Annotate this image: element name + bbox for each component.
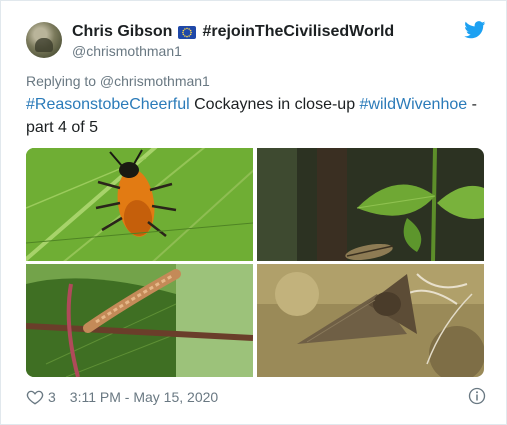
photo-brown-moth[interactable]: [257, 264, 484, 377]
photo-moth-leaves[interactable]: [257, 148, 484, 261]
hashtag-link[interactable]: #wildWivenhoe: [360, 96, 468, 113]
heart-icon[interactable]: [26, 388, 44, 406]
avatar[interactable]: [26, 22, 62, 58]
author-hashtag[interactable]: #rejoinTheCivilisedWorld: [202, 23, 394, 41]
tweet-body-text: Cockaynes in close-up: [189, 96, 360, 113]
photo-caterpillar[interactable]: [26, 264, 253, 377]
eu-flag-icon: [178, 25, 197, 39]
info-icon[interactable]: [468, 387, 486, 405]
hashtag-link[interactable]: #ReasonstobeCheerful: [26, 96, 190, 113]
author-handle[interactable]: @chrismothman1: [72, 43, 182, 59]
tweet-footer: 3 3:11 PM - May 15, 2020: [26, 387, 486, 407]
twitter-bird-icon[interactable]: [464, 21, 486, 39]
replying-to[interactable]: Replying to @chrismothman1: [26, 73, 210, 89]
tweet-card: Chris Gibson #rejoinTheCivilisedWorld @c…: [0, 0, 507, 425]
tweet-text: #ReasonstobeCheerful Cockaynes in close-…: [26, 93, 491, 139]
photo-grid: [26, 148, 484, 377]
author-name-row[interactable]: Chris Gibson #rejoinTheCivilisedWorld: [72, 21, 394, 43]
like-count: 3: [48, 389, 56, 405]
author-name[interactable]: Chris Gibson: [72, 23, 172, 41]
timestamp-link[interactable]: 3:11 PM - May 15, 2020: [70, 389, 218, 405]
photo-beetle[interactable]: [26, 148, 253, 261]
